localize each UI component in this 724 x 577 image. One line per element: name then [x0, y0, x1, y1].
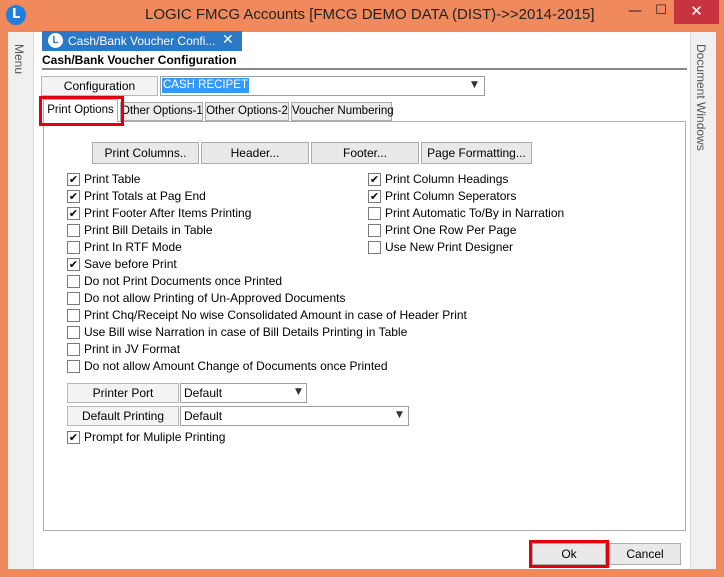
document-tab-label[interactable]: Cash/Bank Voucher Confi... — [68, 34, 215, 48]
use-new-print-designer-checkbox[interactable] — [368, 241, 381, 254]
prompt-multiple-printing-label[interactable]: Prompt for Muliple Printing — [84, 430, 225, 444]
do-not-allow-printing-of-un-approved-documents-checkbox[interactable] — [67, 292, 80, 305]
print-in-rtf-mode-checkbox[interactable] — [67, 241, 80, 254]
chevron-down-icon[interactable]: ▼ — [471, 80, 478, 90]
print-column-seperators-label[interactable]: Print Column Seperators — [385, 189, 516, 203]
do-not-allow-printing-of-un-approved-documents-label[interactable]: Do not allow Printing of Un-Approved Doc… — [84, 291, 345, 305]
print-footer-after-items-printing-checkbox[interactable]: ✔ — [67, 207, 80, 220]
save-before-print-label[interactable]: Save before Print — [84, 257, 177, 271]
do-not-allow-amount-change-of-documents-once-printed-label[interactable]: Do not allow Amount Change of Documents … — [84, 359, 388, 373]
print-totals-at-pag-end-label[interactable]: Print Totals at Pag End — [84, 189, 206, 203]
print-in-rtf-mode-label[interactable]: Print In RTF Mode — [84, 240, 182, 254]
printer-port-label: Printer Port — [67, 383, 179, 403]
cancel-button[interactable]: Cancel — [609, 543, 681, 565]
configuration-label: Configuration — [41, 76, 158, 96]
app-logo-icon: L — [6, 5, 26, 25]
document-windows-label[interactable]: Document Windows — [694, 44, 708, 151]
print-column-headings-checkbox[interactable]: ✔ — [368, 173, 381, 186]
use-bill-wise-narration-in-case-of-bill-details-printing-in-table-checkbox[interactable] — [67, 326, 80, 339]
form-title: Cash/Bank Voucher Configuration — [42, 53, 237, 67]
document-tab-close-icon[interactable]: ✕ — [222, 32, 234, 48]
close-window-button[interactable]: ✕ — [674, 0, 719, 24]
print-table-label[interactable]: Print Table — [84, 172, 140, 186]
header-button[interactable]: Header... — [201, 142, 309, 164]
document-tab-logo-icon: L — [48, 33, 63, 48]
tab-other-options-2[interactable]: Other Options-2 — [205, 102, 289, 121]
use-new-print-designer-label[interactable]: Use New Print Designer — [385, 240, 513, 254]
maximize-button[interactable]: ☐ — [648, 0, 674, 24]
minimize-button[interactable]: — — [622, 0, 648, 24]
title-divider — [42, 68, 687, 70]
print-column-seperators-checkbox[interactable]: ✔ — [368, 190, 381, 203]
print-automatic-to-by-in-narration-checkbox[interactable] — [368, 207, 381, 220]
print-column-headings-label[interactable]: Print Column Headings — [385, 172, 508, 186]
print-table-checkbox[interactable]: ✔ — [67, 173, 80, 186]
highlight-box — [529, 540, 609, 568]
page-formatting-button[interactable]: Page Formatting... — [421, 142, 532, 164]
print-one-row-per-page-checkbox[interactable] — [368, 224, 381, 237]
default-printing-label: Default Printing — [67, 406, 179, 426]
do-not-print-documents-once-printed-checkbox[interactable] — [67, 275, 80, 288]
do-not-allow-amount-change-of-documents-once-printed-checkbox[interactable] — [67, 360, 80, 373]
chevron-down-icon[interactable]: ▼ — [396, 410, 403, 420]
save-before-print-checkbox[interactable]: ✔ — [67, 258, 80, 271]
chevron-down-icon[interactable]: ▼ — [295, 387, 302, 397]
footer-button[interactable]: Footer... — [311, 142, 419, 164]
print-automatic-to-by-in-narration-label[interactable]: Print Automatic To/By in Narration — [385, 206, 564, 220]
print-one-row-per-page-label[interactable]: Print One Row Per Page — [385, 223, 516, 237]
print-chq-receipt-no-wise-consolidated-amount-in-case-of-header-print-checkbox[interactable] — [67, 309, 80, 322]
window-title: LOGIC FMCG Accounts [FMCG DEMO DATA (DIS… — [145, 6, 595, 23]
print-in-jv-format-checkbox[interactable] — [67, 343, 80, 356]
use-bill-wise-narration-in-case-of-bill-details-printing-in-table-label[interactable]: Use Bill wise Narration in case of Bill … — [84, 325, 407, 339]
default-printing-value[interactable]: Default — [184, 409, 222, 423]
print-footer-after-items-printing-label[interactable]: Print Footer After Items Printing — [84, 206, 251, 220]
do-not-print-documents-once-printed-label[interactable]: Do not Print Documents once Printed — [84, 274, 282, 288]
tab-voucher-numbering[interactable]: Voucher Numbering — [291, 102, 394, 121]
tab-other-options-1[interactable]: Other Options-1 — [120, 102, 203, 121]
configuration-value[interactable]: CASH RECIPET — [162, 78, 249, 93]
highlight-box — [39, 96, 124, 126]
prompt-multiple-printing-checkbox[interactable]: ✔ — [67, 431, 80, 444]
print-totals-at-pag-end-checkbox[interactable]: ✔ — [67, 190, 80, 203]
print-chq-receipt-no-wise-consolidated-amount-in-case-of-header-print-label[interactable]: Print Chq/Receipt No wise Consolidated A… — [84, 308, 467, 322]
print-in-jv-format-label[interactable]: Print in JV Format — [84, 342, 180, 356]
menu-label[interactable]: Menu — [12, 44, 26, 74]
print-bill-details-in-table-label[interactable]: Print Bill Details in Table — [84, 223, 213, 237]
printer-port-value[interactable]: Default — [184, 386, 222, 400]
print-columns-button[interactable]: Print Columns.. — [92, 142, 199, 164]
print-bill-details-in-table-checkbox[interactable] — [67, 224, 80, 237]
menu-strip[interactable] — [8, 32, 34, 569]
